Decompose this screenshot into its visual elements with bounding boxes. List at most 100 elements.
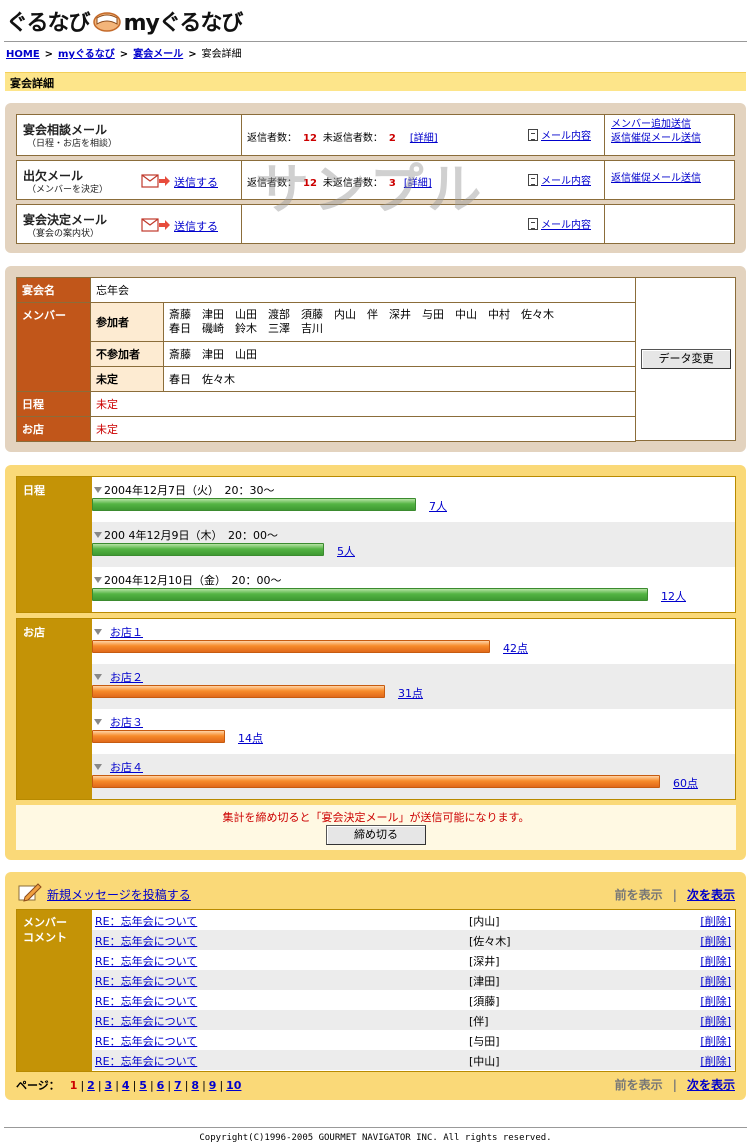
consult-detail-link[interactable]: [詳細] bbox=[410, 133, 438, 144]
decision-mail-content[interactable]: メール内容 bbox=[528, 216, 591, 231]
comment-subject-link[interactable]: RE：忘年会について bbox=[95, 1013, 197, 1029]
decision-send-link[interactable]: 送信する bbox=[174, 218, 218, 234]
reply-reminder-link[interactable]: 返信催促メール送信 bbox=[611, 132, 728, 146]
comment-subject-link[interactable]: RE：忘年会について bbox=[95, 1033, 197, 1049]
delete-comment-link[interactable]: [削除] bbox=[700, 1053, 731, 1069]
schedule-option-label: 2004年12月7日（火） 20：30〜 bbox=[94, 482, 274, 498]
site-logo[interactable]: ぐるなび myぐるなび bbox=[6, 5, 244, 37]
page-link[interactable]: 4 bbox=[122, 1079, 130, 1092]
comment-subject-link[interactable]: RE：忘年会について bbox=[95, 953, 197, 969]
delete-comment-link[interactable]: [削除] bbox=[700, 953, 731, 969]
consult-mail-content-link[interactable]: メール内容 bbox=[541, 127, 591, 142]
shop-option-label: お店４ bbox=[94, 759, 143, 775]
comment-row: RE：忘年会について [中山] [削除] bbox=[92, 1050, 735, 1070]
page-separator: | bbox=[115, 1079, 119, 1092]
comment-row: RE：忘年会について [津田] [削除] bbox=[92, 970, 735, 990]
attendance-detail-link[interactable]: [詳細] bbox=[404, 178, 432, 189]
consult-mail-content[interactable]: メール内容 bbox=[528, 127, 591, 142]
replied-label: 返信者数： bbox=[247, 178, 297, 189]
page-link[interactable]: 5 bbox=[139, 1079, 147, 1092]
comment-subject-link[interactable]: RE：忘年会について bbox=[95, 913, 197, 929]
member-label: メンバー bbox=[16, 302, 91, 392]
comment-subject-link[interactable]: RE：忘年会について bbox=[95, 973, 197, 989]
breadcrumb-party-mail[interactable]: 宴会メール bbox=[133, 49, 183, 60]
post-new-message-link[interactable]: 新規メッセージを投稿する bbox=[47, 886, 191, 903]
breadcrumb-sep: > bbox=[119, 49, 129, 60]
page-link[interactable]: 9 bbox=[209, 1079, 217, 1092]
decision-mail-content-link[interactable]: メール内容 bbox=[541, 216, 591, 231]
attendance-send-link[interactable]: 送信する bbox=[174, 174, 218, 190]
next-page-link[interactable]: 次を表示 bbox=[687, 1078, 735, 1092]
add-member-send-link[interactable]: メンバー追加送信 bbox=[611, 118, 728, 132]
breadcrumb-sep: > bbox=[44, 49, 54, 60]
shop-vote-score-link[interactable]: 60点 bbox=[673, 775, 698, 791]
attendance-mail-content[interactable]: メール内容 bbox=[528, 172, 591, 187]
shop-option-link[interactable]: お店１ bbox=[110, 626, 143, 639]
delete-comment-link[interactable]: [削除] bbox=[700, 1033, 731, 1049]
schedule-option-row: 2004年12月10日（金） 20：00〜 12人 bbox=[92, 567, 735, 612]
mail-status-panel: 宴会相談メール （日程・お店を相談） 返信者数： 12 未返信者数： 2 [詳細] メー… bbox=[5, 103, 746, 253]
shop-value: 未定 bbox=[90, 416, 636, 442]
footer-divider bbox=[4, 1127, 747, 1128]
logo-my-gurunavi-text: myぐるなび bbox=[123, 11, 244, 36]
unreplied-count: 3 bbox=[388, 178, 396, 189]
comment-row: RE：忘年会について [佐々木] [削除] bbox=[92, 930, 735, 950]
attendees-value: 斎藤 津田 山田 渡部 須藤 内山 伴 深井 与田 中山 中村 佐々木 春日 磯崎… bbox=[163, 302, 636, 342]
delete-comment-link[interactable]: [削除] bbox=[700, 1013, 731, 1029]
schedule-vote-bar bbox=[92, 588, 648, 601]
messages-panel: 新規メッセージを投稿する 前を表示 | 次を表示 メンバー コメント RE：忘年会につ… bbox=[5, 872, 746, 1100]
edit-data-button[interactable]: データ変更 bbox=[641, 349, 731, 369]
page-link[interactable]: 7 bbox=[174, 1079, 182, 1092]
attendees-line-2: 春日 磯崎 鈴木 三澤 吉川 bbox=[169, 322, 323, 335]
shop-vote-score-link[interactable]: 31点 bbox=[398, 685, 423, 701]
delete-comment-link[interactable]: [削除] bbox=[700, 973, 731, 989]
triangle-down-icon bbox=[94, 532, 102, 538]
schedule-vote-count-link[interactable]: 12人 bbox=[661, 588, 686, 604]
page-link[interactable]: 10 bbox=[226, 1079, 241, 1092]
breadcrumb-my-gurunavi[interactable]: myぐるなび bbox=[58, 49, 115, 60]
page-link[interactable]: 6 bbox=[157, 1079, 165, 1092]
page-link[interactable]: 8 bbox=[191, 1079, 199, 1092]
page-separator: | bbox=[167, 1079, 172, 1092]
close-voting-button[interactable]: 締め切る bbox=[326, 825, 426, 845]
consult-mail-subtitle: （日程・お店を相談） bbox=[27, 139, 118, 149]
prev-page-link[interactable]: 前を表示 bbox=[615, 888, 663, 902]
delete-comment-link[interactable]: [削除] bbox=[700, 913, 731, 929]
delete-comment-link[interactable]: [削除] bbox=[700, 993, 731, 1009]
shop-option-label: お店１ bbox=[94, 624, 143, 640]
attendance-mail-subtitle: （メンバーを決定） bbox=[27, 185, 109, 195]
breadcrumb-home[interactable]: HOME bbox=[6, 49, 40, 60]
page-link[interactable]: 2 bbox=[87, 1079, 95, 1092]
comment-subject-link[interactable]: RE：忘年会について bbox=[95, 993, 197, 1009]
triangle-down-icon bbox=[94, 719, 102, 725]
schedule-option-text: 2004年12月10日（金） 20：00〜 bbox=[104, 574, 282, 587]
delete-comment-link[interactable]: [削除] bbox=[700, 933, 731, 949]
prev-page-link[interactable]: 前を表示 bbox=[615, 1078, 663, 1092]
decision-mail-actions bbox=[605, 205, 734, 243]
schedule-vote-count-link[interactable]: 5人 bbox=[337, 543, 355, 559]
schedule-option-text: 200 4年12月9日（木） 20：00〜 bbox=[104, 529, 278, 542]
undecided-label: 未定 bbox=[90, 366, 164, 392]
shop-option-link[interactable]: お店４ bbox=[110, 761, 143, 774]
schedule-vote-count-link[interactable]: 7人 bbox=[429, 498, 447, 514]
comment-subject-link[interactable]: RE：忘年会について bbox=[95, 1053, 197, 1069]
schedule-vote-label: 日程 bbox=[17, 477, 92, 612]
replied-count: 12 bbox=[303, 133, 317, 144]
shop-vote-score-link[interactable]: 42点 bbox=[503, 640, 528, 656]
attendees-line-1: 斎藤 津田 山田 渡部 須藤 内山 伴 深井 与田 中山 中村 佐々木 bbox=[169, 308, 554, 321]
next-page-link[interactable]: 次を表示 bbox=[687, 888, 735, 902]
attendance-mail-content-link[interactable]: メール内容 bbox=[541, 172, 591, 187]
replied-count: 12 bbox=[303, 178, 317, 189]
page-separator: | bbox=[80, 1079, 85, 1092]
shop-option-row: お店３ 14点 bbox=[92, 709, 735, 754]
attendance-reminder-link[interactable]: 返信催促メール送信 bbox=[611, 172, 728, 186]
page-separator: | bbox=[97, 1079, 102, 1092]
comment-subject-link[interactable]: RE：忘年会について bbox=[95, 933, 197, 949]
breadcrumb: HOME > myぐるなび > 宴会メール > 宴会詳細 bbox=[6, 45, 242, 60]
member-comments-label-line-2: コメント bbox=[23, 931, 67, 944]
shop-vote-score-link[interactable]: 14点 bbox=[238, 730, 263, 746]
party-info-panel: 宴会名 忘年会 メンバー 参加者 斎藤 津田 山田 渡部 須藤 内山 伴 深井 … bbox=[5, 266, 746, 452]
shop-option-link[interactable]: お店３ bbox=[110, 716, 143, 729]
shop-option-link[interactable]: お店２ bbox=[110, 671, 143, 684]
page-link[interactable]: 3 bbox=[105, 1079, 113, 1092]
